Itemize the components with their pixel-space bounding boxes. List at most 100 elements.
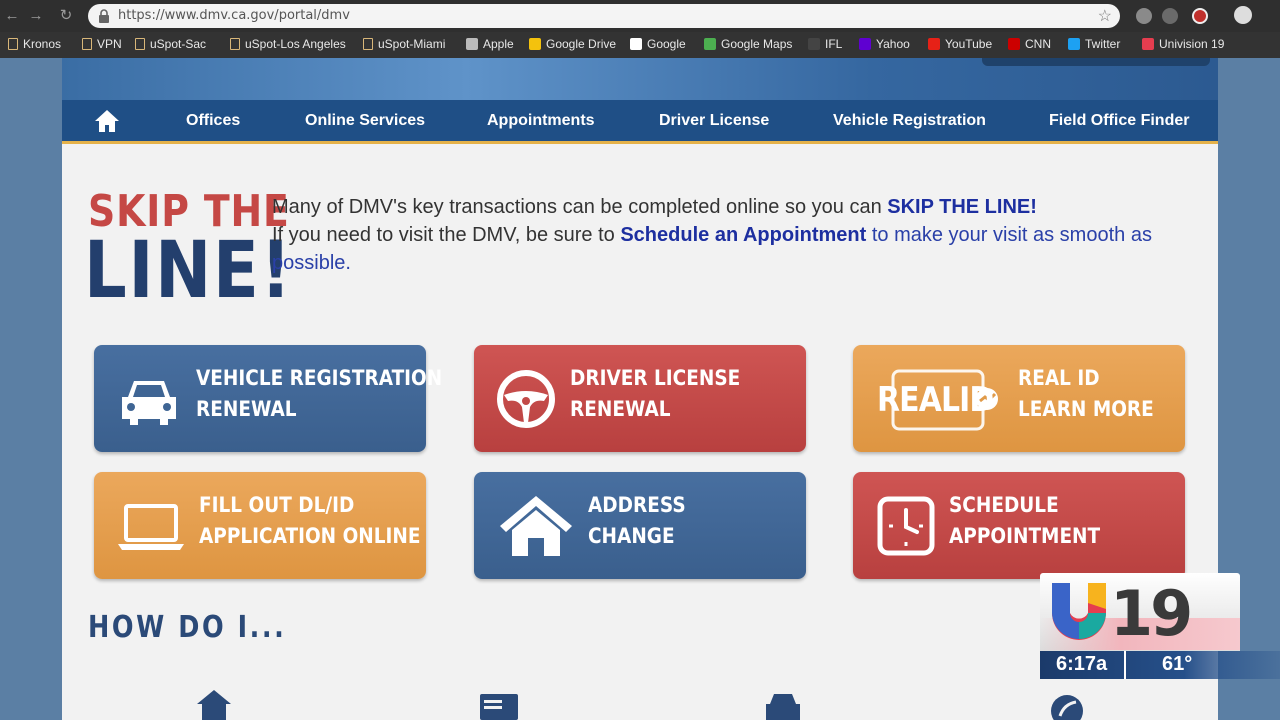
bookmark-item[interactable]: uSpot-Sac <box>135 37 206 51</box>
bookmark-label: Apple <box>483 37 514 51</box>
driver-license-renewal-tile[interactable]: DRIVER LICENSE RENEWAL <box>474 345 806 452</box>
folder-icon <box>230 38 240 50</box>
bookmark-item[interactable]: Google Drive <box>529 37 616 51</box>
intro-text: Many of DMV's key transactions can be co… <box>272 193 1192 277</box>
back-icon[interactable]: ← <box>2 6 22 26</box>
bookmark-item[interactable]: Yahoo <box>859 37 910 51</box>
current-temperature: 61° <box>1162 653 1193 675</box>
time-temp-bar: 6:17a 61° <box>1040 651 1280 679</box>
extension-icon[interactable] <box>1136 8 1152 24</box>
intro-skip-the-line-link[interactable]: SKIP THE LINE! <box>887 196 1037 218</box>
bookmark-item[interactable]: Univision 19 <box>1142 37 1224 51</box>
nav-vehicle-registration[interactable]: Vehicle Registration <box>833 112 986 130</box>
bookmark-item[interactable]: uSpot-Miami <box>363 37 445 51</box>
google-drive-icon <box>529 38 541 50</box>
search-box[interactable] <box>982 58 1210 66</box>
bookmark-label: Kronos <box>23 37 62 51</box>
tile-line2: RENEWAL <box>196 397 297 421</box>
bookmark-item[interactable]: VPN <box>82 37 122 51</box>
real-id-tile[interactable]: REALID REAL ID LEARN MORE <box>853 345 1185 452</box>
bookmark-label: YouTube <box>945 37 993 51</box>
tile-line2: RENEWAL <box>570 397 671 421</box>
main-navigation: Offices Online Services Appointments Dri… <box>62 100 1218 144</box>
address-bar-row: ← → ↻ https://www.dmv.ca.gov/portal/dmv … <box>0 0 1280 32</box>
bookmark-label: uSpot-Miami <box>378 37 446 51</box>
lock-icon <box>99 9 109 23</box>
bookmark-item[interactable]: YouTube <box>928 37 992 51</box>
cnn-icon <box>1008 38 1020 50</box>
bookmark-label: Univision 19 <box>1159 37 1225 51</box>
channel-number: 19 <box>1110 577 1193 650</box>
address-bar[interactable]: https://www.dmv.ca.gov/portal/dmv ☆ <box>88 4 1120 28</box>
separator <box>1124 651 1126 679</box>
bookmarks-bar: Kronos VPN uSpot-Sac uSpot-Los Angeles uSpot… <box>0 32 1280 58</box>
home-icon[interactable] <box>94 108 120 134</box>
nav-driver-license[interactable]: Driver License <box>659 112 769 130</box>
address-change-tile[interactable]: ADDRESS CHANGE <box>474 472 806 579</box>
nav-offices[interactable]: Offices <box>186 112 240 130</box>
google-maps-icon <box>704 38 716 50</box>
univision-logo-icon <box>1052 583 1106 640</box>
car-icon <box>122 381 176 425</box>
ifl-icon <box>808 38 820 50</box>
laptop-icon <box>118 504 184 550</box>
bookmark-item[interactable]: Twitter <box>1068 37 1120 51</box>
bookmark-item[interactable]: Google Maps <box>704 37 792 51</box>
intro-line2: If you need to visit the DMV, be sure to <box>272 224 621 246</box>
real-id-badge: REALID <box>877 380 994 420</box>
opera-extension-icon[interactable] <box>1192 8 1208 24</box>
tile-line2: APPLICATION ONLINE <box>199 524 421 548</box>
schedule-appointment-link[interactable]: Schedule an Appointment <box>620 224 866 246</box>
bookmark-star-icon[interactable]: ☆ <box>1098 6 1112 26</box>
bookmark-label: VPN <box>97 37 122 51</box>
license-card-icon[interactable] <box>480 694 518 720</box>
google-icon <box>630 38 642 50</box>
house-icon <box>500 496 572 556</box>
tile-line2: LEARN MORE <box>1018 397 1154 421</box>
twitter-icon <box>1068 38 1080 50</box>
browser-chrome: ← → ↻ https://www.dmv.ca.gov/portal/dmv … <box>0 0 1280 58</box>
leaf-icon[interactable] <box>1050 694 1084 720</box>
tile-line2: APPOINTMENT <box>949 524 1101 548</box>
reload-icon[interactable]: ↻ <box>56 6 76 26</box>
tile-line1: REAL ID <box>1018 366 1100 390</box>
bookmark-item[interactable]: Apple <box>466 37 514 51</box>
profile-avatar[interactable] <box>1234 6 1252 24</box>
steering-wheel-icon <box>497 370 555 428</box>
tile-line1: SCHEDULE <box>949 493 1059 517</box>
site-banner <box>62 58 1218 100</box>
bookmark-label: Yahoo <box>876 37 910 51</box>
vehicle-registration-renewal-tile[interactable]: VEHICLE REGISTRATION RENEWAL <box>94 345 442 452</box>
folder-icon <box>135 38 145 50</box>
tile-line1: VEHICLE REGISTRATION <box>196 366 443 390</box>
vehicle-icon[interactable] <box>764 692 802 720</box>
bookmark-item[interactable]: IFL <box>808 37 842 51</box>
bookmark-label: uSpot-Sac <box>150 37 207 51</box>
bookmark-item[interactable]: uSpot-Los Angeles <box>230 37 346 51</box>
bookmark-item[interactable]: CNN <box>1008 37 1051 51</box>
tile-line2: CHANGE <box>588 524 675 548</box>
bookmark-item[interactable]: Google <box>630 37 686 51</box>
tile-line1: FILL OUT DL/ID <box>199 493 355 517</box>
channel-logo-panel: 19 <box>1040 573 1240 651</box>
nav-field-office-finder[interactable]: Field Office Finder <box>1049 112 1189 130</box>
bookmark-item[interactable]: Kronos <box>8 37 61 51</box>
twitter-extension-icon[interactable] <box>1162 8 1178 24</box>
office-icon[interactable] <box>195 688 233 720</box>
current-time: 6:17a <box>1056 653 1108 675</box>
bookmark-label: Twitter <box>1085 37 1121 51</box>
folder-icon <box>8 38 18 50</box>
youtube-icon <box>928 38 940 50</box>
intro-line1: Many of DMV's key transactions can be co… <box>272 196 888 218</box>
bookmark-label: uSpot-Los Angeles <box>245 37 346 51</box>
schedule-appointment-tile[interactable]: SCHEDULE APPOINTMENT <box>853 472 1185 579</box>
tv-station-overlay: 19 6:17a 61° <box>1040 573 1280 679</box>
nav-appointments[interactable]: Appointments <box>487 112 595 130</box>
fill-out-dl-id-application-tile[interactable]: FILL OUT DL/ID APPLICATION ONLINE <box>94 472 426 579</box>
bookmark-label: IFL <box>825 37 843 51</box>
folder-icon <box>82 38 92 50</box>
url-text: https://www.dmv.ca.gov/portal/dmv <box>118 8 350 23</box>
forward-icon[interactable]: → <box>26 6 46 26</box>
yahoo-icon <box>859 38 871 50</box>
nav-online-services[interactable]: Online Services <box>305 112 425 130</box>
